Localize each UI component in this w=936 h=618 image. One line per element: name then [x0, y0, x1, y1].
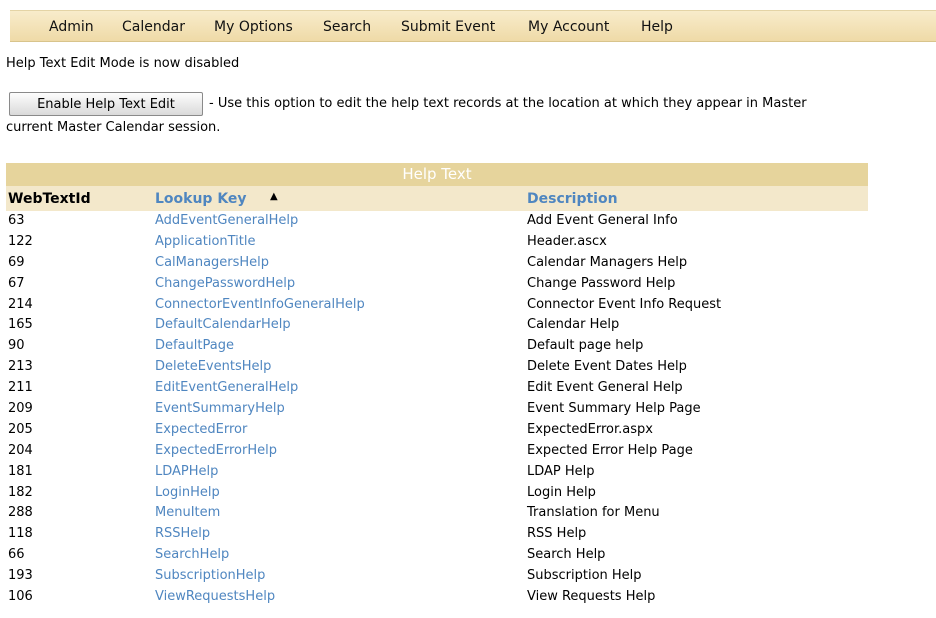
- row-description: Edit Event General Help: [527, 380, 683, 396]
- menu-item-search[interactable]: Search: [323, 19, 371, 35]
- row-webtextid: 182: [8, 484, 33, 500]
- table-row: 211 EditEventGeneralHelp Edit Event Genera…: [6, 378, 868, 399]
- row-description: RSS Help: [527, 526, 587, 542]
- menu-item-help[interactable]: Help: [641, 19, 673, 35]
- table-header-row: WebTextId Lookup Key ▲ Description: [6, 186, 868, 211]
- row-lookup-key-link[interactable]: AddEventGeneralHelp: [155, 213, 298, 228]
- enable-help-text-edit-button[interactable]: Enable Help Text Edit: [9, 92, 203, 116]
- row-lookup-key-link[interactable]: RSSHelp: [155, 526, 210, 541]
- row-webtextid: 181: [8, 463, 33, 479]
- row-webtextid: 122: [8, 233, 33, 249]
- row-description: Default page help: [527, 338, 644, 354]
- row-description: Subscription Help: [527, 568, 642, 584]
- row-description: ExpectedError.aspx: [527, 421, 653, 437]
- table-row: 69 CalManagersHelp Calendar Managers Help: [6, 253, 868, 274]
- row-webtextid: 90: [8, 338, 25, 354]
- table-row: 288 MenuItem Translation for Menu: [6, 503, 868, 524]
- menu-item-my-options[interactable]: My Options: [214, 19, 293, 35]
- row-lookup-key-link[interactable]: LDAPHelp: [155, 464, 218, 479]
- table-row: 214 ConnectorEventInfoGeneralHelp Connecto…: [6, 295, 868, 316]
- table-row: 67 ChangePasswordHelp Change Password Help: [6, 274, 868, 295]
- row-lookup-key-link[interactable]: ExpectedError: [155, 422, 247, 437]
- row-webtextid: 106: [8, 589, 33, 605]
- table-row: 181 LDAPHelp LDAP Help: [6, 462, 868, 483]
- table-row: 90 DefaultPage Default page help: [6, 336, 868, 357]
- row-description: Connector Event Info Request: [527, 296, 722, 312]
- sort-ascending-icon: ▲: [270, 191, 278, 202]
- row-description: Event Summary Help Page: [527, 401, 701, 417]
- row-description: Login Help: [527, 484, 596, 500]
- row-lookup-key-link[interactable]: DefaultPage: [155, 338, 234, 353]
- row-description: LDAP Help: [527, 463, 595, 479]
- help-edit-description-line1: - Use this option to edit the help text …: [209, 96, 807, 111]
- table-row: 204 ExpectedErrorHelp Expected Error Help …: [6, 441, 868, 462]
- row-description: Change Password Help: [527, 275, 676, 291]
- row-webtextid: 209: [8, 401, 33, 417]
- row-webtextid: 214: [8, 296, 33, 312]
- row-lookup-key-link[interactable]: ConnectorEventInfoGeneralHelp: [155, 297, 365, 312]
- menu-item-submit-event[interactable]: Submit Event: [401, 19, 495, 35]
- table-body: 63 AddEventGeneralHelp Add Event General I…: [6, 211, 868, 608]
- row-webtextid: 69: [8, 254, 25, 270]
- row-webtextid: 213: [8, 359, 33, 375]
- row-webtextid: 66: [8, 547, 25, 563]
- column-header-description[interactable]: Description: [527, 191, 618, 207]
- table-row: 63 AddEventGeneralHelp Add Event General I…: [6, 211, 868, 232]
- row-lookup-key-link[interactable]: LoginHelp: [155, 485, 220, 500]
- row-lookup-key-link[interactable]: MenuItem: [155, 505, 220, 520]
- help-edit-description-line2: current Master Calendar session.: [6, 120, 221, 135]
- table-row: 66 SearchHelp Search Help: [6, 545, 868, 566]
- table-row: 182 LoginHelp Login Help: [6, 483, 868, 504]
- table-row: 106 ViewRequestsHelp View Requests Help: [6, 587, 868, 608]
- row-webtextid: 204: [8, 442, 33, 458]
- main-menu-bar: Admin Calendar My Options Search Submit …: [10, 10, 936, 42]
- row-webtextid: 165: [8, 317, 33, 333]
- help-text-table: Help Text WebTextId Lookup Key ▲ Descrip…: [6, 163, 868, 608]
- row-description: Expected Error Help Page: [527, 442, 693, 458]
- row-webtextid: 288: [8, 505, 33, 521]
- row-lookup-key-link[interactable]: CalManagersHelp: [155, 255, 269, 270]
- table-row: 193 SubscriptionHelp Subscription Help: [6, 566, 868, 587]
- row-lookup-key-link[interactable]: SubscriptionHelp: [155, 568, 265, 583]
- row-description: Calendar Managers Help: [527, 254, 688, 270]
- table-row: 209 EventSummaryHelp Event Summary Help Pa…: [6, 399, 868, 420]
- table-title: Help Text: [6, 163, 868, 186]
- menu-item-admin[interactable]: Admin: [49, 19, 94, 35]
- table-row: 213 DeleteEventsHelp Delete Event Dates He…: [6, 357, 868, 378]
- row-description: Calendar Help: [527, 317, 620, 333]
- column-header-webtextid: WebTextId: [8, 191, 91, 207]
- table-row: 205 ExpectedError ExpectedError.aspx: [6, 420, 868, 441]
- row-lookup-key-link[interactable]: EventSummaryHelp: [155, 401, 285, 416]
- row-lookup-key-link[interactable]: ApplicationTitle: [155, 234, 256, 249]
- row-description: Header.ascx: [527, 233, 607, 249]
- row-webtextid: 205: [8, 421, 33, 437]
- row-lookup-key-link[interactable]: ChangePasswordHelp: [155, 276, 295, 291]
- row-webtextid: 211: [8, 380, 33, 396]
- row-lookup-key-link[interactable]: EditEventGeneralHelp: [155, 380, 298, 395]
- row-lookup-key-link[interactable]: DefaultCalendarHelp: [155, 317, 291, 332]
- row-description: Search Help: [527, 547, 606, 563]
- row-webtextid: 118: [8, 526, 33, 542]
- table-row: 122 ApplicationTitle Header.ascx: [6, 232, 868, 253]
- row-lookup-key-link[interactable]: ExpectedErrorHelp: [155, 443, 277, 458]
- menu-item-my-account[interactable]: My Account: [528, 19, 609, 35]
- row-lookup-key-link[interactable]: SearchHelp: [155, 547, 229, 562]
- table-row: 118 RSSHelp RSS Help: [6, 524, 868, 545]
- row-description: Translation for Menu: [527, 505, 660, 521]
- table-row: 165 DefaultCalendarHelp Calendar Help: [6, 315, 868, 336]
- row-description: Delete Event Dates Help: [527, 359, 687, 375]
- row-webtextid: 193: [8, 568, 33, 584]
- row-webtextid: 67: [8, 275, 25, 291]
- row-lookup-key-link[interactable]: DeleteEventsHelp: [155, 359, 271, 374]
- status-message: Help Text Edit Mode is now disabled: [6, 56, 240, 71]
- column-header-lookup-key[interactable]: Lookup Key: [155, 191, 247, 207]
- row-webtextid: 63: [8, 213, 25, 228]
- row-description: Add Event General Info: [527, 213, 678, 228]
- row-description: View Requests Help: [527, 589, 656, 605]
- row-lookup-key-link[interactable]: ViewRequestsHelp: [155, 589, 275, 604]
- menu-item-calendar[interactable]: Calendar: [122, 19, 185, 35]
